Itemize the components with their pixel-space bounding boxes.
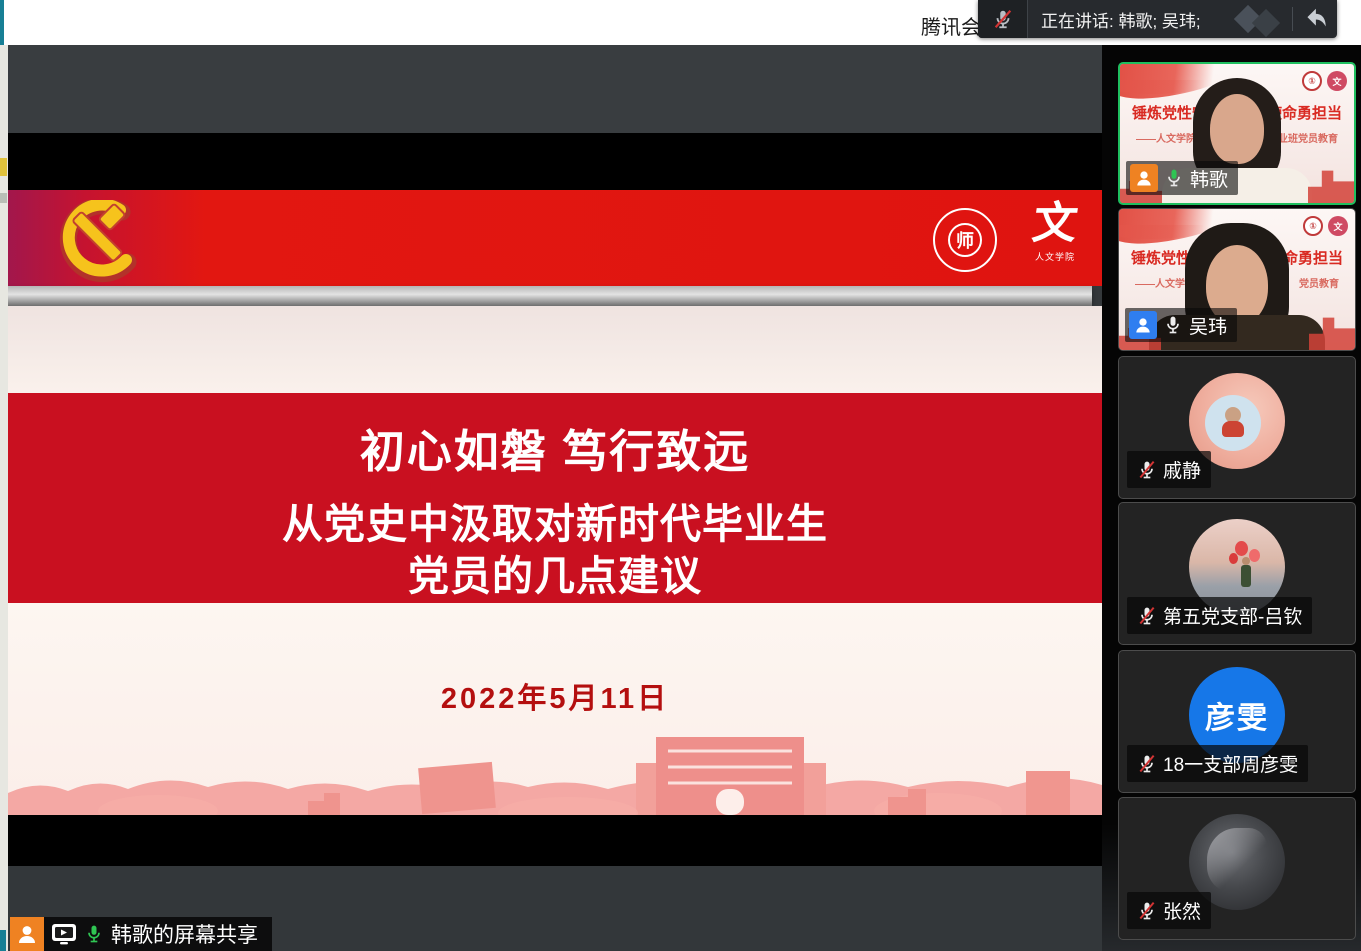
meeting-window: 腾讯会 正在讲话: 韩歌; 吴玮; [0, 0, 1361, 951]
undo-arrow-icon[interactable] [1299, 4, 1329, 34]
participant-name: 第五党支部-吕钦 [1163, 602, 1302, 629]
participant-name: 韩歌 [1190, 165, 1228, 192]
mic-muted-icon [1137, 459, 1157, 481]
divider [1292, 7, 1293, 31]
mic-speaking-icon [1164, 167, 1184, 189]
screen-share-status: 韩歌的屏幕共享 [10, 917, 272, 951]
participant-name: 吴玮 [1189, 312, 1227, 339]
seal-icon: 文 [1327, 71, 1347, 91]
participant-name: 张然 [1163, 897, 1201, 924]
slide-subtitle-line1: 从党史中汲取对新时代毕业生 [282, 498, 828, 550]
mic-on-icon [84, 923, 104, 945]
participant-name: 戚静 [1163, 456, 1201, 483]
slide-title-band: 初心如磐 笃行致远 从党史中汲取对新时代毕业生 党员的几点建议 [8, 393, 1102, 603]
desktop-sliver [0, 45, 8, 951]
slide-background-lower: 2022年5月11日 [8, 603, 1102, 815]
slide-letterbox-bottom [8, 815, 1102, 866]
slide-date: 2022年5月11日 [8, 675, 1102, 717]
participant-tile[interactable]: 第五党支部-吕钦 [1118, 502, 1356, 645]
screen-share-label: 韩歌的屏幕共享 [111, 919, 258, 949]
presenter-backdrop-top [8, 45, 1102, 133]
mic-muted-icon [1137, 605, 1157, 627]
college-logo-icon: 文 人文学院 [1022, 202, 1088, 282]
mic-muted-icon [1137, 753, 1157, 775]
slide-background-upper [8, 306, 1102, 393]
campus-skyline-illustration [8, 727, 1102, 815]
mic-on-icon [1163, 314, 1183, 336]
slide-divider-bar [8, 286, 1092, 306]
participant-tile[interactable]: ① 文 锤炼党性守 使命勇担当 ——人文学院 业班党员教育 [1118, 62, 1356, 205]
window-title: 腾讯会 [921, 11, 981, 40]
slide-subtitle-line2: 党员的几点建议 [408, 550, 702, 602]
member-badge-icon [1129, 311, 1157, 339]
participant-tile[interactable]: 戚静 [1118, 356, 1356, 499]
participant-tile[interactable]: 彦雯 18一支部周彦雯 [1118, 650, 1356, 793]
annotation-tool-icon[interactable] [1234, 0, 1286, 38]
screen-share-view: 师 文 人文学院 初心如磐 笃行致远 从党史中汲取对新时代毕业生 党员的几点建议… [8, 45, 1102, 951]
participant-name: 18一支部周彦雯 [1163, 750, 1298, 777]
party-emblem-icon [46, 200, 150, 284]
desktop-edge-accent [0, 0, 4, 45]
slide-header-band: 师 文 人文学院 [8, 190, 1102, 286]
desktop-fragment [0, 193, 7, 203]
speaking-overlay-bar[interactable]: 正在讲话: 韩歌; 吴玮; [978, 0, 1337, 38]
slide-letterbox-top [8, 133, 1102, 190]
screen-share-icon [51, 922, 77, 946]
participants-sidebar: ① 文 锤炼党性守 使命勇担当 ——人文学院 业班党员教育 [1102, 45, 1361, 951]
desktop-fragment [0, 930, 6, 951]
seal-icon: 文 [1328, 216, 1348, 236]
slide-title: 初心如磐 笃行致远 [360, 415, 751, 480]
desktop-fragment [0, 158, 7, 176]
participant-tile[interactable]: ① 文 锤炼党性守 命勇担当 ——人文学院 党员教育 [1118, 208, 1356, 351]
host-badge-icon [1130, 164, 1158, 192]
now-speaking-label: 正在讲话: 韩歌; 吴玮; [1028, 0, 1234, 38]
mic-muted-icon [1137, 900, 1157, 922]
participant-tile[interactable]: 张然 [1118, 797, 1356, 940]
university-seal-icon: 师 [933, 208, 997, 272]
host-badge-icon [10, 917, 44, 951]
muted-mic-icon[interactable] [978, 0, 1028, 38]
